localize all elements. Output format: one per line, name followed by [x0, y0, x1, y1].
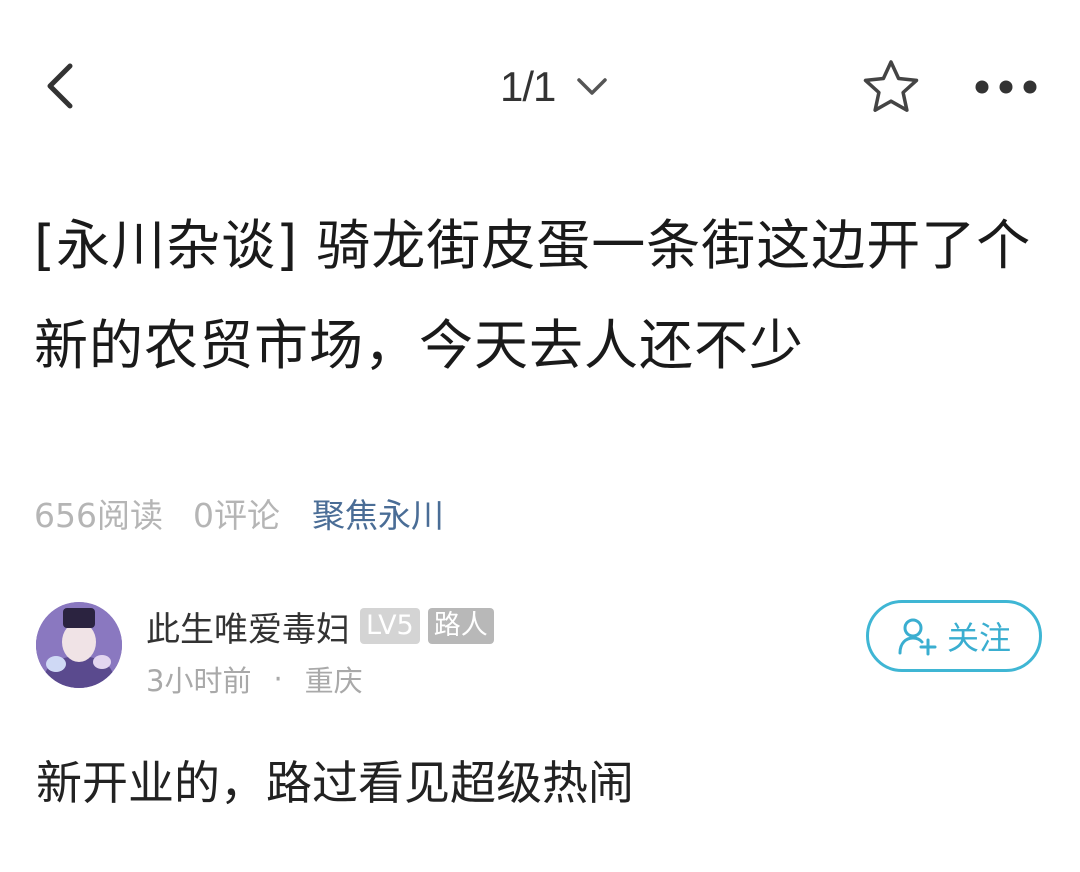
post-title: [永川杂谈] 骑龙街皮蛋一条街这边开了个新的农贸市场，今天去人还不少	[34, 214, 1032, 377]
avatar[interactable]	[36, 602, 122, 688]
follow-label: 关注	[946, 619, 1011, 657]
back-button[interactable]	[28, 54, 92, 118]
post-meta: 3小时前 · 重庆	[146, 658, 494, 700]
post-body: 新开业的，路过看见超级热闹	[36, 756, 634, 810]
star-icon	[863, 60, 919, 112]
author-info: 此生唯爱毒妇 LV5 路人 3小时前 · 重庆	[146, 600, 494, 700]
page-indicator: 1/1	[500, 63, 556, 110]
level-badge: LV5	[360, 608, 420, 644]
meta-separator: ·	[273, 662, 283, 696]
role-badge: 路人	[427, 608, 494, 644]
favorite-button[interactable]	[856, 52, 926, 122]
author-name[interactable]: 此生唯爱毒妇	[146, 602, 350, 651]
top-nav-bar: 1/1	[0, 40, 1080, 136]
add-user-icon	[898, 618, 937, 656]
more-dots-icon	[975, 80, 1037, 94]
more-options-button[interactable]	[966, 52, 1046, 122]
page-selector[interactable]: 1/1	[500, 52, 609, 122]
post-time: 3小时前	[146, 664, 252, 698]
topic-link[interactable]: 聚焦永川	[312, 489, 444, 537]
author-name-line: 此生唯爱毒妇 LV5 路人	[146, 600, 494, 652]
comment-count: 0评论	[193, 496, 280, 535]
follow-button[interactable]: 关注	[866, 600, 1042, 672]
post-stats: 656阅读 0评论 聚焦永川	[34, 488, 444, 538]
post-detail-page: 1/1 [永川杂谈] 骑龙街皮蛋一条街这边开了个新的农贸市场，今天去人还不少 6…	[0, 0, 1080, 872]
avatar-image	[36, 602, 122, 688]
chevron-down-icon	[575, 76, 609, 98]
chevron-left-icon	[47, 63, 73, 109]
post-location: 重庆	[304, 664, 363, 698]
read-count: 656阅读	[34, 496, 163, 535]
